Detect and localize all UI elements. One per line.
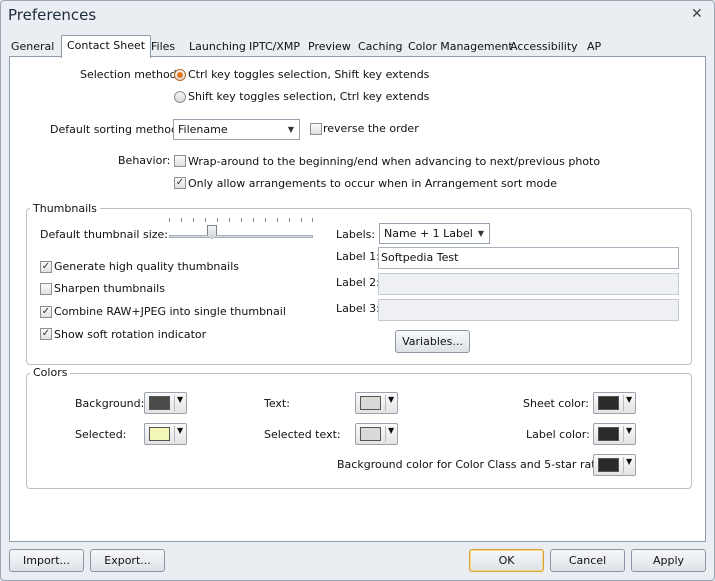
label-color-swatch [598, 427, 619, 441]
tab-iptc-xmp[interactable]: IPTC/XMP [247, 39, 302, 57]
dropdown-arrow-icon: ▼ [626, 457, 633, 466]
thumbnail-size-slider[interactable] [169, 235, 313, 238]
tab-launching[interactable]: Launching [187, 39, 248, 57]
sheet-color-label: Sheet color: [523, 397, 589, 410]
tab-ap[interactable]: AP [585, 39, 603, 57]
sharpen-checkbox[interactable] [40, 283, 52, 295]
text-color-swatch [360, 396, 381, 410]
label-color-label: Label color: [526, 428, 590, 441]
sheet-color-swatch [598, 396, 619, 410]
color-class-background-swatch [598, 458, 619, 472]
reverse-order-checkbox[interactable] [310, 123, 322, 135]
dropdown-arrow-icon: ▼ [388, 395, 395, 404]
arrangement-label[interactable]: Only allow arrangements to occur when in… [188, 177, 557, 190]
window-title: Preferences [8, 6, 97, 24]
dropdown-arrow-icon: ▼ [626, 426, 633, 435]
text-color-picker[interactable]: ▼ [355, 392, 398, 414]
high-quality-checkbox[interactable]: ✓ [40, 261, 52, 273]
label-color-picker[interactable]: ▼ [593, 423, 636, 445]
selected-color-picker[interactable]: ▼ [144, 423, 187, 445]
selected-text-color-swatch [360, 427, 381, 441]
selected-text-color-label: Selected text: [264, 428, 341, 441]
selected-color-label: Selected: [75, 428, 127, 441]
high-quality-label[interactable]: Generate high quality thumbnails [54, 260, 239, 273]
tab-caching[interactable]: Caching [356, 39, 404, 57]
selection-radio-ctrl-label[interactable]: Ctrl key toggles selection, Shift key ex… [188, 68, 429, 81]
check-icon: ✓ [41, 261, 51, 272]
behavior-label: Behavior: [118, 154, 171, 167]
combine-raw-jpeg-checkbox[interactable]: ✓ [40, 306, 52, 318]
label1-label: Label 1: [336, 250, 380, 263]
selected-text-color-picker[interactable]: ▼ [355, 423, 398, 445]
dropdown-arrow-icon: ▼ [626, 395, 633, 404]
contact-sheet-page: Selection method: Ctrl key toggles selec… [9, 56, 706, 542]
tab-preview[interactable]: Preview [306, 39, 353, 57]
sheet-color-picker[interactable]: ▼ [593, 392, 636, 414]
selection-radio-shift[interactable] [174, 91, 186, 103]
check-icon: ✓ [175, 177, 185, 188]
color-class-background-label: Background color for Color Class and 5-s… [337, 458, 622, 471]
cancel-button[interactable]: Cancel [550, 549, 625, 572]
selected-color-swatch [149, 427, 170, 441]
color-class-background-picker[interactable]: ▼ [593, 454, 636, 476]
background-color-label: Background: [75, 397, 145, 410]
label3-label: Label 3: [336, 302, 380, 315]
selection-radio-shift-label[interactable]: Shift key toggles selection, Ctrl key ex… [188, 90, 429, 103]
soft-rotation-checkbox[interactable]: ✓ [40, 328, 52, 340]
wraparound-checkbox[interactable] [174, 155, 186, 167]
text-color-label: Text: [264, 397, 290, 410]
selection-radio-ctrl[interactable] [174, 69, 186, 81]
colors-legend: Colors [30, 366, 71, 379]
thumbnails-legend: Thumbnails [30, 202, 100, 215]
thumbnail-size-label: Default thumbnail size: [40, 228, 168, 241]
tab-strip: General Contact Sheet Files Launching IP… [7, 35, 707, 58]
background-color-swatch [149, 396, 170, 410]
sorting-method-value: Filename [178, 123, 228, 136]
title-bar: Preferences ✕ [1, 1, 714, 31]
dropdown-arrow-icon: ▼ [388, 426, 395, 435]
ok-button[interactable]: OK [469, 549, 544, 572]
label2-label: Label 2: [336, 276, 380, 289]
sorting-method-select[interactable]: Filename ▼ [173, 119, 300, 140]
import-button[interactable]: Import... [9, 549, 84, 572]
tab-contact-sheet[interactable]: Contact Sheet [61, 35, 152, 58]
preferences-window: Preferences ✕ General Contact Sheet File… [0, 0, 715, 581]
tab-general[interactable]: General [9, 39, 56, 57]
labels-label: Labels: [336, 228, 376, 241]
close-icon[interactable]: ✕ [691, 6, 703, 22]
background-color-picker[interactable]: ▼ [144, 392, 187, 414]
label1-input[interactable]: Softpedia Test [378, 247, 679, 269]
label3-input[interactable] [378, 299, 679, 321]
soft-rotation-label[interactable]: Show soft rotation indicator [54, 328, 206, 341]
tab-accessibility[interactable]: Accessibility [508, 39, 580, 57]
labels-select[interactable]: Name + 1 Label ▼ [379, 223, 490, 244]
chevron-down-icon: ▼ [477, 229, 484, 238]
reverse-order-label[interactable]: reverse the order [323, 122, 419, 135]
check-icon: ✓ [41, 306, 51, 317]
sorting-method-label: Default sorting method: [50, 123, 182, 136]
apply-button[interactable]: Apply [631, 549, 706, 572]
dropdown-arrow-icon: ▼ [177, 426, 184, 435]
sharpen-label[interactable]: Sharpen thumbnails [54, 282, 165, 295]
tab-color-management[interactable]: Color Management [406, 39, 515, 57]
chevron-down-icon: ▼ [287, 125, 294, 134]
wraparound-label[interactable]: Wrap-around to the beginning/end when ad… [188, 155, 600, 168]
check-icon: ✓ [41, 328, 51, 339]
labels-select-value: Name + 1 Label [384, 227, 473, 240]
dropdown-arrow-icon: ▼ [177, 395, 184, 404]
variables-button[interactable]: Variables... [395, 330, 470, 353]
selection-method-label: Selection method: [80, 68, 181, 81]
export-button[interactable]: Export... [90, 549, 165, 572]
combine-raw-jpeg-label[interactable]: Combine RAW+JPEG into single thumbnail [54, 305, 286, 318]
arrangement-checkbox[interactable]: ✓ [174, 177, 186, 189]
label2-input[interactable] [378, 273, 679, 295]
tab-files[interactable]: Files [149, 39, 177, 57]
